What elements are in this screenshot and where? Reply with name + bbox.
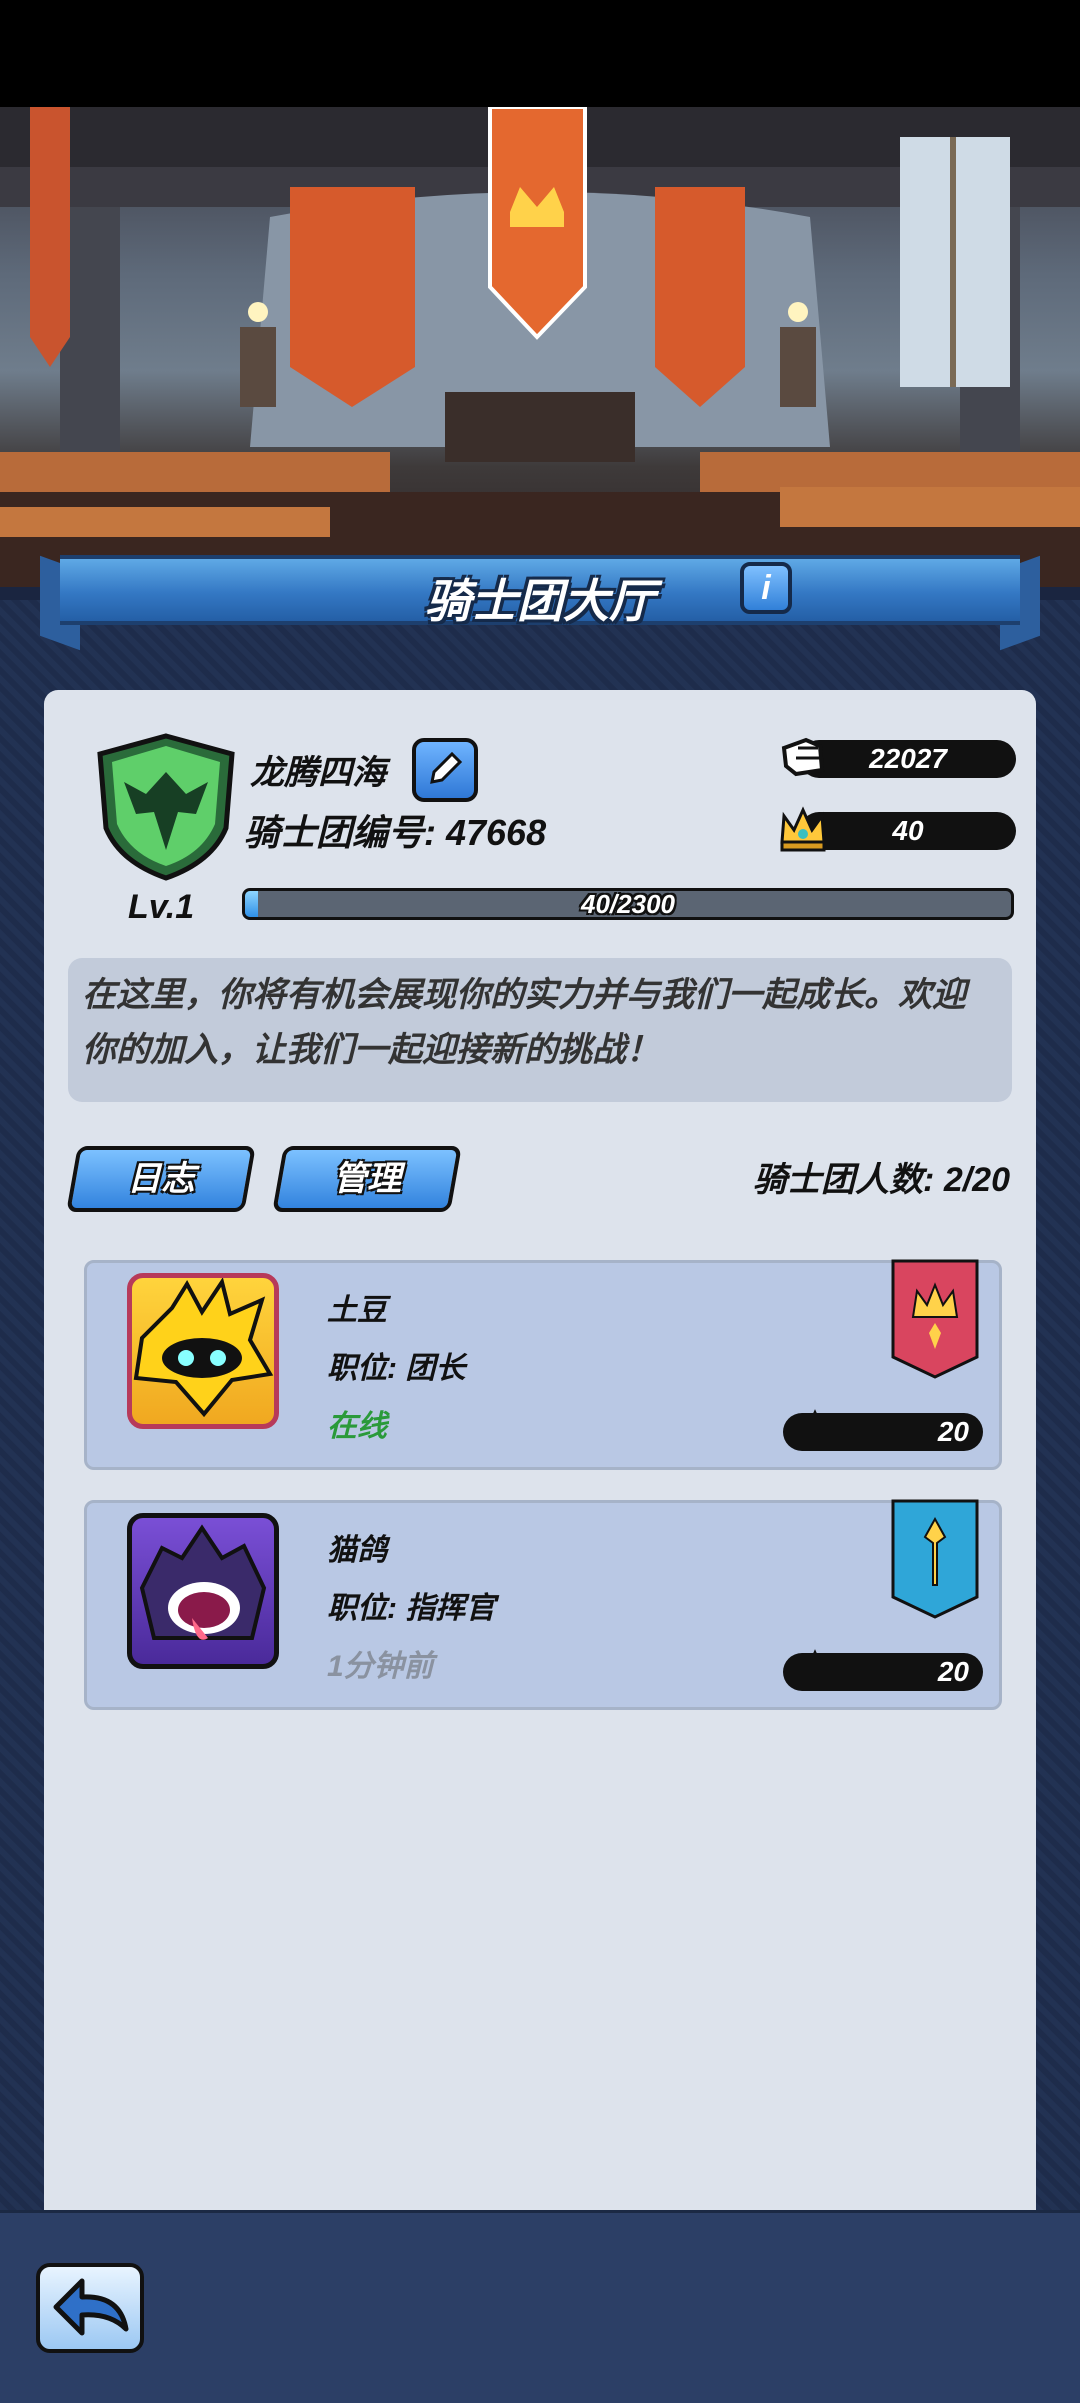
guild-description-box: 在这里，你将有机会展现你的实力并与我们一起成长。欢迎你的加入，让我们一起迎接新的… (68, 958, 1012, 1102)
member-name: 土豆 (327, 1294, 387, 1327)
crown-icon (780, 806, 826, 852)
back-button[interactable] (36, 2263, 144, 2353)
status-bar (0, 0, 1080, 107)
guild-crowns: 40 (800, 812, 1016, 850)
member-name: 猫鸽 (327, 1534, 387, 1567)
title-ribbon: 骑士团大厅 i (40, 555, 1040, 651)
bottom-bar (0, 2210, 1080, 2403)
guild-name: 龙腾四海 (250, 754, 386, 792)
member-crowns: 20 (783, 1413, 983, 1451)
guild-level: Lv.1 (128, 888, 195, 926)
edit-name-button[interactable] (412, 738, 478, 802)
guild-crest-icon (97, 733, 235, 881)
electric-monster-avatar-icon (133, 1278, 274, 1418)
page-title: 骑士团大厅 (425, 575, 655, 627)
crown-banner-icon (891, 1259, 979, 1379)
log-button[interactable]: 日志 (66, 1146, 256, 1212)
avatar[interactable] (127, 1273, 279, 1429)
sword-banner-icon (891, 1499, 979, 1619)
member-card[interactable]: 土豆 职位: 团长 在线 20 (84, 1259, 1002, 1470)
avatar[interactable] (127, 1513, 279, 1669)
member-count: 骑士团人数: 2/20 (753, 1161, 1010, 1199)
hall-background (0, 107, 1080, 587)
member-crowns: 20 (783, 1653, 983, 1691)
info-button[interactable]: i (740, 562, 792, 614)
manage-button[interactable]: 管理 (272, 1146, 462, 1212)
fist-icon (781, 737, 825, 777)
xp-progress-bar: 40/2300 (242, 888, 1014, 920)
member-role: 职位: 指挥官 (327, 1592, 496, 1625)
guild-power: 22027 (800, 740, 1016, 778)
member-card[interactable]: 猫鸽 职位: 指挥官 1分钟前 20 (84, 1499, 1002, 1710)
member-status: 在线 (327, 1410, 387, 1443)
log-button-label: 日志 (127, 1160, 195, 1198)
pencil-icon (430, 751, 463, 784)
xp-text: 40/2300 (581, 889, 675, 919)
ghost-monster-avatar-icon (139, 1524, 267, 1640)
manage-button-label: 管理 (333, 1160, 401, 1198)
guild-id: 骑士团编号: 47668 (244, 812, 547, 853)
member-status: 1分钟前 (327, 1650, 434, 1683)
info-icon: i (761, 569, 771, 607)
guild-description: 在这里，你将有机会展现你的实力并与我们一起成长。欢迎你的加入，让我们一起迎接新的… (82, 976, 966, 1069)
member-role: 职位: 团长 (327, 1352, 466, 1385)
back-arrow-icon (53, 2278, 129, 2336)
